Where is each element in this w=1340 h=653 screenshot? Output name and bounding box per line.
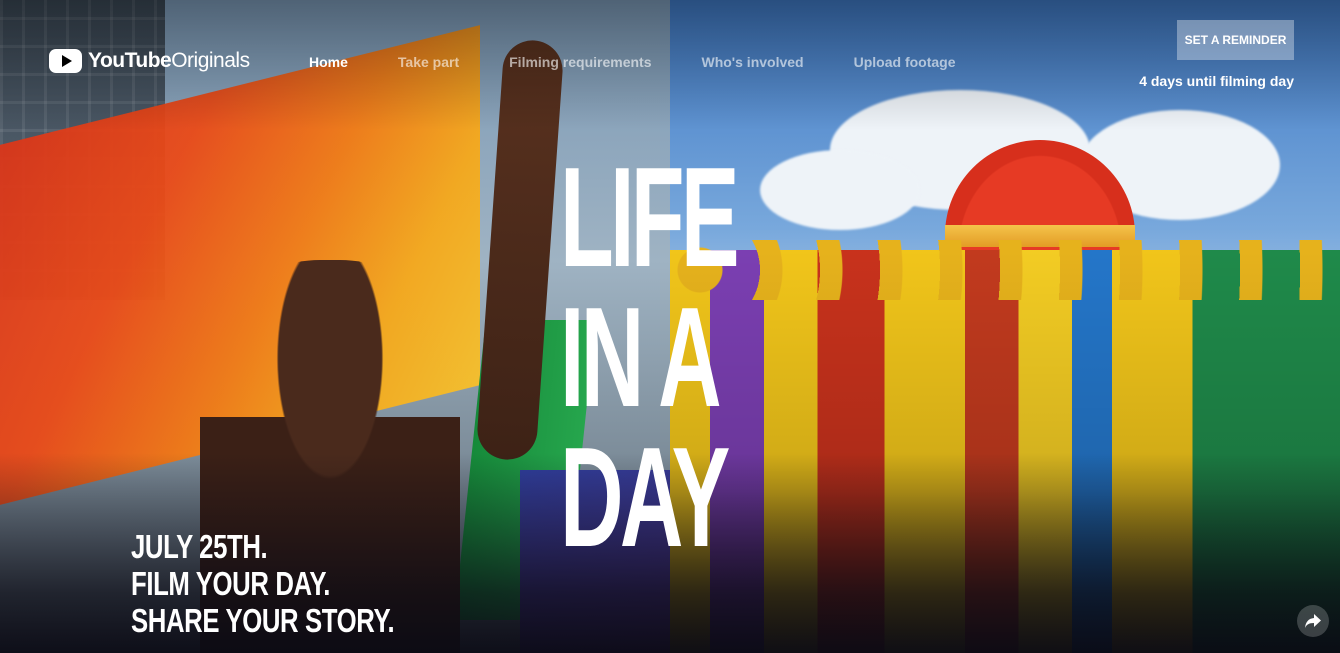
tagline-line: SHARE YOUR STORY. — [131, 602, 395, 639]
hero-title: LIFE IN A DAY — [560, 138, 740, 577]
youtube-originals-logo[interactable]: YouTubeOriginals — [49, 46, 250, 76]
hero-title-line: DAY — [560, 418, 730, 577]
filming-countdown: 4 days until filming day — [1139, 73, 1294, 89]
share-button[interactable] — [1297, 605, 1329, 637]
cloud — [760, 150, 920, 230]
logo-wordmark-youtube: YouTube — [88, 49, 172, 72]
main-nav: Home Take part Filming requirements Who'… — [309, 54, 1006, 70]
youtube-play-icon — [49, 49, 82, 73]
nav-upload-footage[interactable]: Upload footage — [854, 54, 956, 70]
tagline-line: JULY 25TH. — [131, 528, 268, 565]
hero-title-line: LIFE — [560, 138, 740, 297]
nav-filming-requirements[interactable]: Filming requirements — [509, 54, 651, 70]
logo-wordmark: YouTubeOriginals — [88, 49, 250, 73]
logo-wordmark-originals: Originals — [171, 49, 250, 72]
nav-whos-involved[interactable]: Who's involved — [701, 54, 803, 70]
hero-title-line: IN A — [560, 278, 722, 437]
set-reminder-button[interactable]: SET A REMINDER — [1177, 20, 1294, 60]
hero-tagline: JULY 25TH. FILM YOUR DAY. SHARE YOUR STO… — [131, 528, 395, 639]
tagline-line: FILM YOUR DAY. — [131, 565, 331, 602]
nav-home[interactable]: Home — [309, 54, 348, 70]
nav-take-part[interactable]: Take part — [398, 54, 459, 70]
share-arrow-icon — [1305, 614, 1321, 628]
